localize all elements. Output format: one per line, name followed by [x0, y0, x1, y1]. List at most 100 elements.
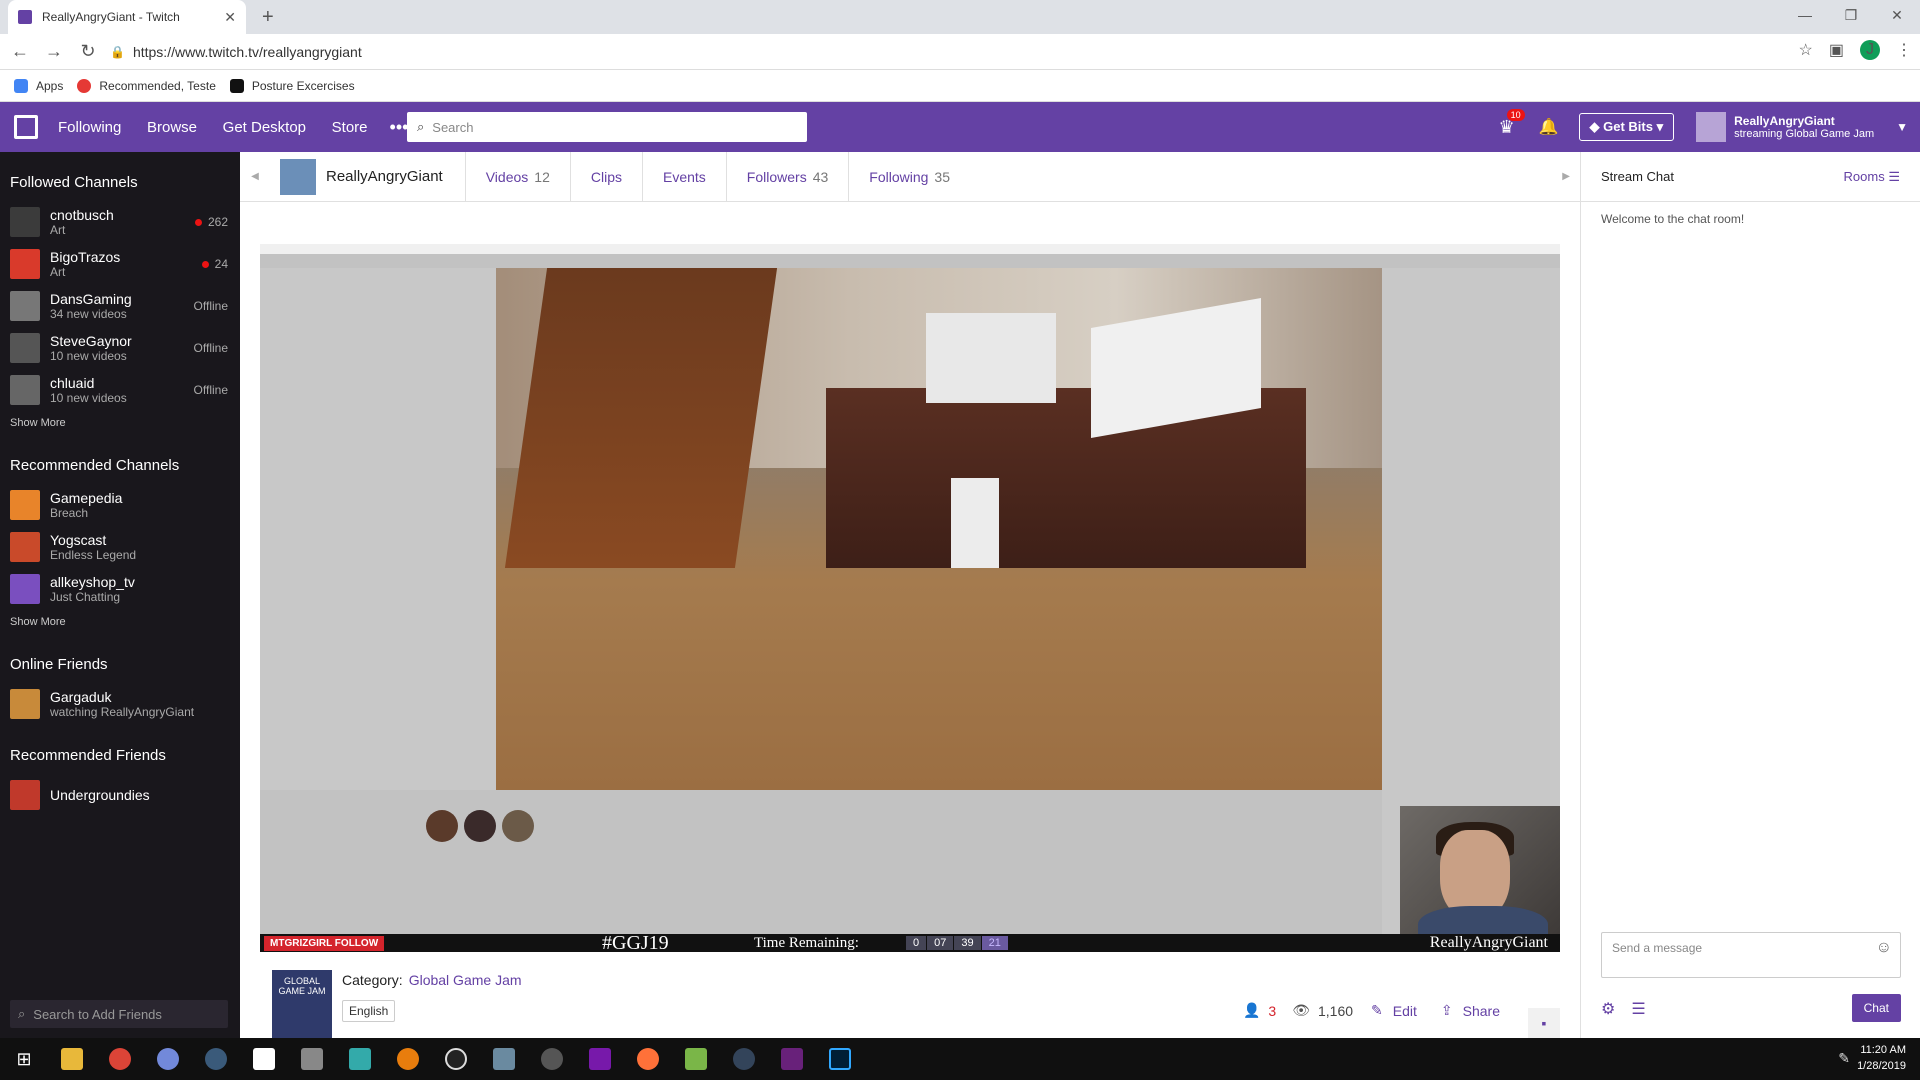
chat-bubble-icon[interactable]: ▪ — [1528, 1008, 1560, 1038]
get-bits-button[interactable]: ◆ Get Bits ▾ — [1578, 113, 1675, 141]
sidebar.recommended-item[interactable]: allkeyshop_tv Just Chatting — [0, 568, 240, 610]
browser-tab[interactable]: ReallyAngryGiant - Twitch ✕ — [8, 0, 246, 34]
menu-dots-icon[interactable]: ⋮ — [1896, 40, 1912, 60]
language-tag[interactable]: English — [342, 1000, 396, 1022]
search-placeholder: Search — [432, 119, 474, 135]
settings-icon[interactable] — [528, 1038, 576, 1080]
tab-events[interactable]: Events — [641, 151, 726, 202]
onenote-icon[interactable] — [576, 1038, 624, 1080]
tab-followers[interactable]: Followers 43 — [725, 151, 848, 202]
unity-icon[interactable] — [288, 1038, 336, 1080]
sidebar.followed-item[interactable]: cnotbusch Art 262 — [0, 201, 240, 243]
sidebar.recommended-item[interactable]: Yogscast Endless Legend — [0, 526, 240, 568]
nav-browse[interactable]: Browse — [147, 119, 197, 136]
gamepad-icon[interactable] — [336, 1038, 384, 1080]
show-more-recommended[interactable]: Show More — [0, 610, 240, 634]
friend-search-input[interactable]: ⌕ Search to Add Friends — [10, 1000, 228, 1028]
channel-name[interactable]: ReallyAngryGiant — [326, 168, 443, 185]
firefox-icon[interactable] — [624, 1038, 672, 1080]
recommended-friends-title: Recommended Friends — [10, 747, 166, 764]
settings-gear-icon[interactable]: ⚙ — [1601, 999, 1615, 1019]
notif-badge: 10 — [1506, 108, 1525, 121]
viewer-list-icon[interactable]: ☰ — [1631, 999, 1645, 1019]
user-menu[interactable]: ReallyAngryGiant streaming Global Game J… — [1696, 112, 1908, 142]
app-icon[interactable] — [480, 1038, 528, 1080]
file-explorer-icon[interactable] — [48, 1038, 96, 1080]
overlay-channel-name: ReallyAngryGiant — [1429, 934, 1548, 951]
sidebar.followed-item[interactable]: SteveGaynor 10 new videos Offline — [0, 327, 240, 369]
chevron-right-icon[interactable]: ▶ — [1562, 171, 1570, 182]
game-box-art[interactable]: GLOBAL GAME JAM — [272, 970, 332, 1038]
tab-following[interactable]: Following 35 — [848, 151, 970, 202]
blender-icon[interactable] — [384, 1038, 432, 1080]
chevron-down-icon: ▼ — [1896, 120, 1908, 134]
edit-button[interactable]: Edit — [1393, 1003, 1417, 1019]
obs-icon[interactable] — [240, 1038, 288, 1080]
photoshop-icon[interactable] — [816, 1038, 864, 1080]
lock-icon: 🔒 — [110, 45, 125, 59]
tab-clips[interactable]: Clips — [569, 151, 642, 202]
sidebar.followed-item[interactable]: chluaid 10 new videos Offline — [0, 369, 240, 411]
chat-footer: ⚙ ☰ Chat — [1601, 994, 1901, 1024]
bookmark-star-icon[interactable]: ☆ — [1799, 40, 1813, 60]
bookmark-recommended[interactable]: Recommended, Teste — [77, 78, 216, 93]
chrome-icon[interactable] — [96, 1038, 144, 1080]
chat-header: Stream Chat Rooms ☰ — [1581, 152, 1920, 202]
share-button[interactable]: Share — [1463, 1003, 1500, 1019]
pen-icon[interactable]: ✎ — [1838, 1050, 1850, 1067]
discord-icon[interactable] — [144, 1038, 192, 1080]
forward-icon[interactable]: → — [40, 41, 68, 62]
notepad-plus-icon[interactable] — [672, 1038, 720, 1080]
minimize-icon[interactable]: — — [1782, 0, 1828, 30]
twitch-logo-icon[interactable] — [14, 115, 38, 139]
chat-input[interactable]: Send a message ☺ — [1601, 932, 1901, 978]
window-controls: — ❐ ✕ — [1782, 0, 1920, 30]
windows-start-icon[interactable]: ⊞ — [0, 1038, 48, 1080]
back-icon[interactable]: ← — [6, 41, 34, 62]
restore-icon[interactable]: ❐ — [1828, 0, 1874, 30]
close-window-icon[interactable]: ✕ — [1874, 0, 1920, 30]
sidebar.followed-item[interactable]: BigoTrazos Art 24 — [0, 243, 240, 285]
chevron-left-icon[interactable]: ◀ — [248, 171, 262, 182]
url-field[interactable]: 🔒 https://www.twitch.tv/reallyangrygiant — [110, 38, 1774, 66]
live-viewers: 3 — [1268, 1002, 1277, 1019]
chat-send-button[interactable]: Chat — [1851, 994, 1901, 1022]
vr-icon[interactable] — [720, 1038, 768, 1080]
bookmark-apps[interactable]: Apps — [14, 78, 63, 93]
emoji-icon[interactable]: ☺ — [1876, 939, 1892, 957]
sidebar.followed-item[interactable]: DansGaming 34 new videos Offline — [0, 285, 240, 327]
more-dots-icon[interactable]: ••• — [390, 117, 409, 138]
show-more-followed[interactable]: Show More — [0, 411, 240, 435]
unity-hierarchy-panel — [260, 268, 496, 790]
close-tab-icon[interactable]: ✕ — [224, 9, 236, 26]
extension-icon[interactable]: ▣ — [1829, 40, 1844, 60]
rooms-button[interactable]: Rooms ☰ — [1844, 169, 1900, 185]
sidebar.friends-item[interactable]: Gargaduk watching ReallyAngryGiant — [0, 683, 240, 725]
visual-studio-icon[interactable] — [768, 1038, 816, 1080]
tab-label: Videos — [485, 168, 529, 185]
obs-studio-icon[interactable] — [432, 1038, 480, 1080]
tab-videos[interactable]: Videos 12 — [464, 151, 570, 202]
nav-get-desktop[interactable]: Get Desktop — [223, 119, 306, 136]
steam-icon[interactable] — [192, 1038, 240, 1080]
video-player[interactable]: MTGRIZGIRL FOLLOW #GGJ19 Time Remaining:… — [260, 218, 1560, 952]
url-text: https://www.twitch.tv/reallyangrygiant — [132, 44, 362, 60]
sidebar.rec_friends-item[interactable]: Undergroundies — [0, 774, 240, 816]
new-tab-button[interactable]: + — [262, 6, 274, 29]
category-link[interactable]: Global Game Jam — [409, 972, 522, 988]
bookmark-posture[interactable]: Posture Excercises — [229, 78, 355, 93]
channel-avatar[interactable] — [280, 158, 316, 195]
bell-icon[interactable]: 🔔 — [1539, 117, 1559, 137]
channel-avatar — [10, 490, 40, 520]
channel-stat-value: Offline — [193, 383, 228, 397]
search-icon: ⌕ — [18, 1006, 26, 1021]
channel-subtitle: Endless Legend — [50, 548, 137, 562]
system-clock[interactable]: 11:20 AM 1/28/2019 — [1857, 1042, 1906, 1074]
sidebar.recommended-item[interactable]: Gamepedia Breach — [0, 484, 240, 526]
nav-following[interactable]: Following — [58, 119, 121, 136]
search-input[interactable]: ⌕ Search — [407, 112, 807, 142]
profile-avatar[interactable]: J — [1860, 40, 1880, 60]
reload-icon[interactable]: ↻ — [74, 41, 102, 62]
nav-store[interactable]: Store — [332, 119, 368, 136]
crown-icon[interactable]: ♛ 10 — [1498, 108, 1525, 138]
